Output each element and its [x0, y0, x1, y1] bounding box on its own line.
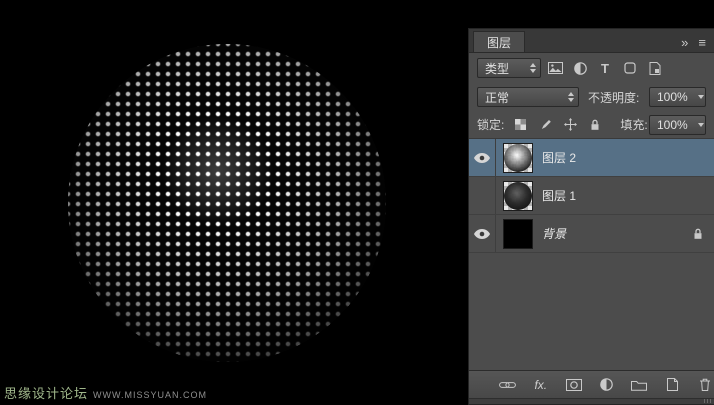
watermark-site-url: WWW.MISSYUAN.COM: [93, 390, 208, 400]
collapse-panels-icon[interactable]: »: [681, 36, 688, 49]
photoshop-workspace: 思缘设计论坛 WWW.MISSYUAN.COM 图层 » ≡ 类型 T 正常 不…: [0, 0, 714, 405]
visibility-toggle[interactable]: [469, 177, 496, 214]
panel-tab-bar: 图层 » ≡: [469, 29, 714, 53]
visibility-toggle[interactable]: [469, 139, 496, 176]
move-icon: [563, 118, 577, 131]
filter-smart-objects-button[interactable]: [644, 58, 666, 78]
lock-all-button[interactable]: [586, 116, 604, 134]
tab-layers-label: 图层: [487, 35, 512, 50]
filter-pixel-layers-button[interactable]: [544, 58, 566, 78]
layer-row-layer1[interactable]: 图层 1: [469, 177, 714, 215]
lock-icon: [694, 228, 702, 239]
layer-name: 图层 2: [542, 151, 577, 165]
type-filter-dropdown[interactable]: 类型: [477, 58, 541, 78]
layer-row-layer2[interactable]: 图层 2: [469, 139, 714, 177]
layer-name: 图层 1: [542, 189, 577, 203]
lock-pixels-button[interactable]: [536, 116, 554, 134]
trash-icon: [700, 378, 711, 391]
fill-value: 100%: [657, 117, 688, 132]
shape-icon: [624, 62, 636, 74]
panel-bottom-edge: [469, 398, 714, 404]
dropdown-arrows: [524, 63, 536, 73]
visibility-toggle[interactable]: [469, 215, 496, 252]
blend-mode-value: 正常: [485, 90, 510, 105]
adjustment-circle-icon: [600, 378, 613, 391]
layer-filter-row: 类型 T: [469, 53, 714, 83]
filter-adjustment-layers-button[interactable]: [569, 58, 591, 78]
sphere-shading: [68, 44, 386, 362]
image-icon: [547, 62, 563, 74]
new-adjustment-layer-button[interactable]: [598, 375, 616, 395]
blend-mode-dropdown[interactable]: 正常: [477, 87, 579, 107]
eye-icon: [474, 152, 490, 163]
layers-panel: 图层 » ≡ 类型 T 正常 不透明度: 100% 锁定: 填充: 100% 图…: [468, 28, 714, 405]
thumbnail-sphere: [504, 143, 532, 172]
filter-shape-layers-button[interactable]: [619, 58, 641, 78]
lock-label: 锁定:: [477, 118, 505, 132]
layer-name: 背景: [542, 227, 567, 241]
type-filter-label: 类型: [485, 61, 510, 76]
add-layer-mask-button[interactable]: [565, 375, 583, 395]
chevron-down-icon: [697, 122, 704, 127]
lock-position-button[interactable]: [561, 116, 579, 134]
layer-thumbnail[interactable]: [503, 180, 533, 211]
watermark: 思缘设计论坛 WWW.MISSYUAN.COM: [4, 383, 207, 402]
tab-layers[interactable]: 图层: [473, 31, 526, 52]
brush-icon: [542, 119, 552, 129]
folder-icon: [631, 380, 648, 391]
new-layer-icon: [666, 378, 678, 391]
layer-style-button[interactable]: fx.: [532, 375, 550, 395]
checkerboard-icon: [514, 119, 526, 130]
fill-label: 填充:: [620, 118, 648, 132]
background-lock-badge: [693, 228, 703, 240]
thumbnail-sphere-dim: [504, 181, 532, 210]
delete-layer-button[interactable]: [696, 375, 714, 395]
layer-list: 图层 2 图层 1 背景: [469, 139, 714, 370]
lock-transparency-button[interactable]: [511, 116, 529, 134]
link-icon: [499, 381, 517, 388]
chevron-down-icon: [697, 95, 704, 99]
panel-resize-grip[interactable]: [704, 399, 712, 403]
lock-fill-row: 锁定: 填充: 100%: [469, 111, 714, 139]
opacity-label: 不透明度:: [588, 90, 640, 105]
watermark-site-name: 思缘设计论坛: [4, 386, 89, 401]
type-letter-icon: T: [601, 60, 609, 76]
layer-mask-icon: [565, 378, 582, 391]
fill-dropdown[interactable]: 100%: [649, 114, 706, 135]
layers-panel-footer: fx.: [469, 370, 714, 398]
layer-row-background[interactable]: 背景: [469, 215, 714, 253]
dropdown-arrows: [562, 92, 574, 102]
panel-menu-icon[interactable]: ≡: [698, 36, 706, 49]
fx-icon: fx.: [534, 377, 548, 392]
layer-thumbnail[interactable]: [503, 142, 533, 173]
lock-icon: [591, 119, 599, 130]
new-layer-button[interactable]: [663, 375, 681, 395]
opacity-value: 100%: [657, 90, 688, 104]
eye-icon: [474, 228, 490, 239]
blend-opacity-row: 正常 不透明度: 100%: [469, 83, 714, 111]
link-layers-button[interactable]: [499, 375, 517, 395]
smart-object-icon: [649, 61, 661, 75]
halftone-sphere-artwork: [68, 44, 386, 362]
opacity-dropdown[interactable]: 100%: [649, 87, 706, 107]
filter-type-layers-button[interactable]: T: [594, 58, 616, 78]
new-group-button[interactable]: [630, 375, 648, 395]
layer-thumbnail[interactable]: [503, 218, 533, 249]
half-circle-icon: [573, 61, 587, 75]
